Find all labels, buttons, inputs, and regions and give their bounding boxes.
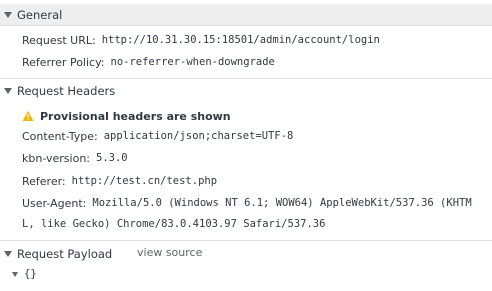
section-divider	[0, 240, 492, 241]
request-payload-section-header[interactable]: Request Payload	[0, 243, 492, 265]
collapse-triangle-icon[interactable]	[4, 11, 12, 18]
user-agent-value-line1[interactable]: Mozilla/5.0 (Windows NT 6.1; WOW64) Appl…	[92, 197, 471, 209]
user-agent-row: User-Agent: Mozilla/5.0 (Windows NT 6.1;…	[22, 193, 472, 213]
general-section-header[interactable]: General	[0, 4, 492, 26]
request-url-row: Request URL: http://10.31.30.15:18501/ad…	[22, 30, 380, 50]
kbn-version-key: kbn-version:	[22, 151, 90, 165]
payload-tree-row[interactable]: {}	[12, 268, 37, 280]
user-agent-key: User-Agent:	[22, 196, 87, 210]
referrer-policy-value[interactable]: no-referrer-when-downgrade	[111, 56, 275, 68]
user-agent-value-line2[interactable]: L, like Gecko) Chrome/83.0.4103.97 Safar…	[22, 218, 325, 230]
request-headers-section-header[interactable]: Request Headers	[0, 80, 492, 102]
section-title-general: General	[17, 7, 63, 22]
referrer-policy-key: Referrer Policy:	[22, 55, 105, 69]
section-title-request-headers: Request Headers	[17, 84, 116, 98]
referrer-policy-row: Referrer Policy: no-referrer-when-downgr…	[22, 52, 275, 72]
collapse-triangle-icon[interactable]	[4, 88, 12, 94]
provisional-headers-warning: Provisional headers are shown	[22, 107, 231, 125]
kbn-version-value[interactable]: 5.3.0	[96, 152, 128, 164]
expand-triangle-icon[interactable]	[12, 271, 18, 277]
request-url-key: Request URL:	[22, 33, 96, 47]
kbn-version-row: kbn-version: 5.3.0	[22, 148, 128, 168]
referer-value[interactable]: http://test.cn/test.php	[72, 175, 217, 187]
section-divider	[0, 78, 492, 79]
content-type-key: Content-Type:	[22, 129, 98, 143]
referer-row: Referer: http://test.cn/test.php	[22, 171, 217, 191]
collapse-triangle-icon[interactable]	[4, 251, 12, 257]
provisional-headers-text: Provisional headers are shown	[40, 109, 231, 123]
request-url-value[interactable]: http://10.31.30.15:18501/admin/account/l…	[102, 34, 380, 46]
user-agent-continuation-row: L, like Gecko) Chrome/83.0.4103.97 Safar…	[22, 214, 325, 234]
payload-value: {}	[24, 268, 37, 280]
content-type-row: Content-Type: application/json;charset=U…	[22, 126, 293, 146]
view-source-link[interactable]: view source	[137, 246, 202, 259]
warning-icon	[22, 111, 34, 121]
content-type-value[interactable]: application/json;charset=UTF-8	[104, 130, 294, 142]
referer-key: Referer:	[22, 174, 66, 188]
section-title-request-payload: Request Payload	[17, 247, 113, 261]
